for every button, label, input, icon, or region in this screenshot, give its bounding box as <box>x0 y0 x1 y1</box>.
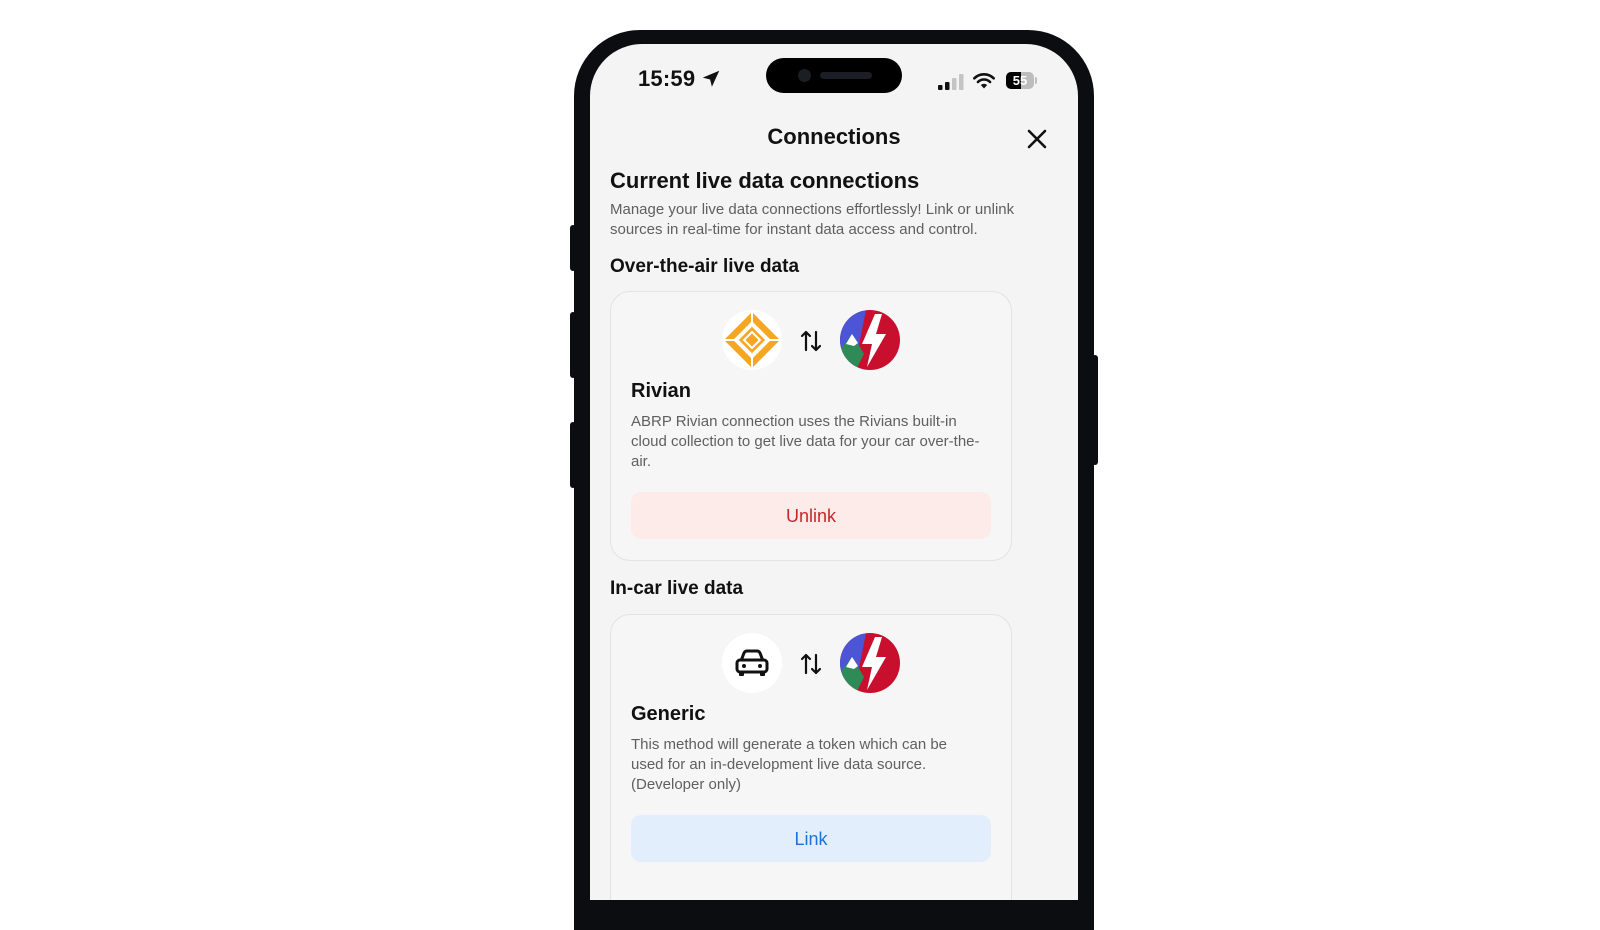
card-description: This method will generate a token which … <box>631 736 948 793</box>
rivian-connection-card: Rivian ABRP Rivian connection uses the R… <box>610 291 1012 561</box>
abrp-logo-icon <box>840 633 900 693</box>
generic-connection-card: Generic This method will generate a toke… <box>610 614 1012 900</box>
car-icon <box>722 633 782 693</box>
battery-nub <box>1035 77 1037 84</box>
rivian-logo-icon <box>722 310 782 370</box>
connection-icons <box>611 310 1011 370</box>
cellular-signal-icon <box>938 74 964 90</box>
location-arrow-icon <box>702 70 720 87</box>
unlink-button[interactable]: Unlink <box>631 492 991 539</box>
phone-volume-up-button <box>570 312 576 378</box>
battery-indicator: 55 <box>1006 72 1034 89</box>
app-screen: 15:59 55 Connections Current live data c… <box>590 44 1078 900</box>
in-car-heading: In-car live data <box>610 578 744 599</box>
swap-arrows-icon <box>800 653 822 675</box>
abrp-logo-icon <box>840 310 900 370</box>
card-title: Rivian <box>631 380 692 402</box>
battery-level: 55 <box>1012 73 1028 88</box>
sensor-bar <box>820 72 872 79</box>
front-camera <box>798 69 811 82</box>
phone-power-button <box>1092 355 1098 465</box>
phone-volume-down-button <box>570 422 576 488</box>
page-title: Connections <box>767 124 901 149</box>
link-button[interactable]: Link <box>631 815 991 862</box>
section-heading: Current live data connections <box>610 168 920 193</box>
card-description: ABRP Rivian connection uses the Rivians … <box>631 413 980 470</box>
close-icon[interactable] <box>1022 124 1052 154</box>
swap-arrows-icon <box>800 330 822 352</box>
card-title: Generic <box>631 703 706 725</box>
status-time: 15:59 <box>638 66 696 91</box>
dynamic-island <box>766 58 902 93</box>
phone-action-button <box>570 225 576 271</box>
connection-icons <box>611 633 1011 693</box>
section-description: Manage your live data connections effort… <box>610 201 1015 238</box>
over-the-air-heading: Over-the-air live data <box>610 256 800 277</box>
wifi-icon <box>973 73 995 89</box>
